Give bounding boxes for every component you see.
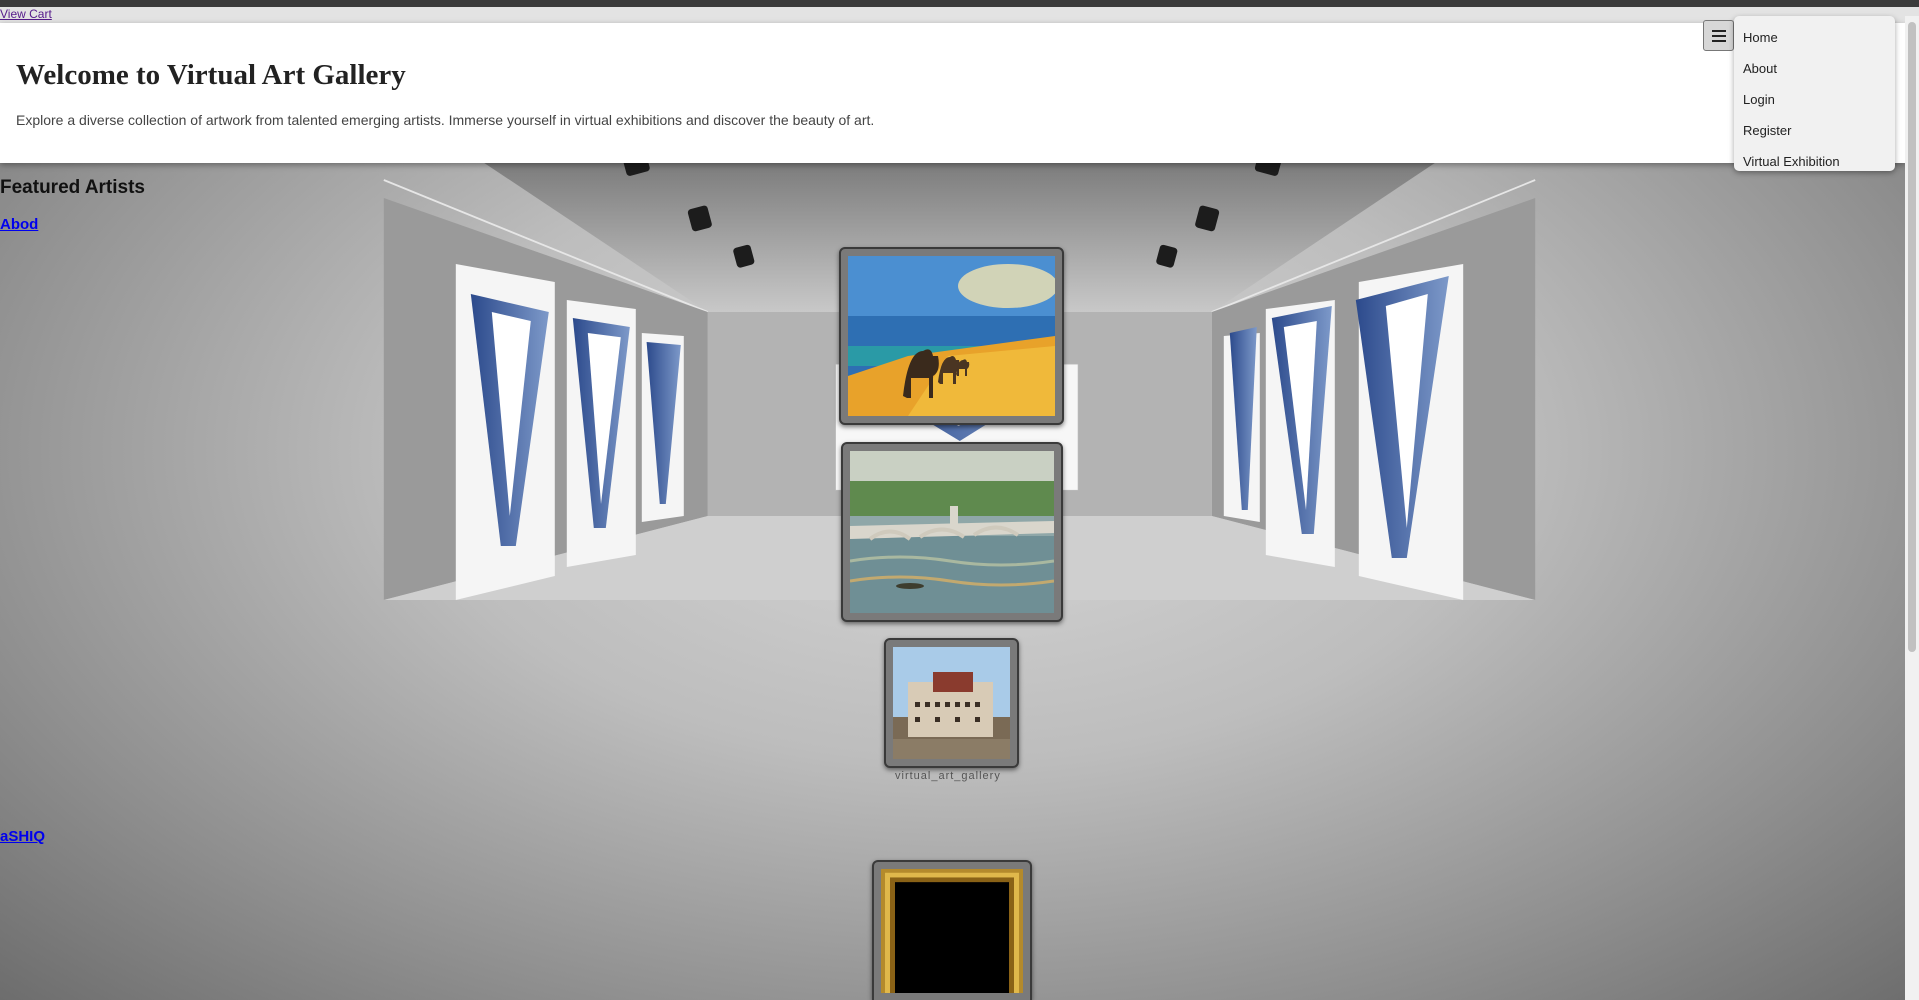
artwork-thumbnail[interactable]	[841, 442, 1063, 622]
page-title: Welcome to Virtual Art Gallery	[16, 59, 406, 91]
artwork-image-gold-frame	[881, 869, 1023, 993]
artwork-thumbnail[interactable]	[839, 247, 1064, 425]
view-cart-link[interactable]: View Cart	[0, 7, 52, 21]
artwork-image-bridge	[849, 451, 1055, 613]
nav-dropdown-menu: Home About Login Register Virtual Exhibi…	[1734, 16, 1895, 171]
artwork-image-camels	[848, 256, 1058, 416]
artist-link-abod[interactable]: Abod	[0, 216, 38, 233]
page-scrollbar[interactable]	[1905, 16, 1919, 1000]
menu-item-about[interactable]: About	[1734, 53, 1895, 84]
menu-toggle-button[interactable]	[1703, 20, 1734, 51]
featured-artists-heading: Featured Artists	[0, 177, 145, 198]
menu-item-virtual-exhibition[interactable]: Virtual Exhibition	[1734, 146, 1895, 177]
artwork-thumbnail[interactable]	[884, 638, 1019, 768]
artist-link-ashiq[interactable]: aSHIQ	[0, 828, 45, 845]
logo-caption: virtual_art_gallery	[895, 770, 1001, 782]
menu-item-home[interactable]: Home	[1734, 22, 1895, 53]
artwork-image-palace	[893, 647, 1010, 759]
menu-item-login[interactable]: Login	[1734, 84, 1895, 115]
page-description: Explore a diverse collection of artwork …	[16, 112, 875, 128]
welcome-banner: Welcome to Virtual Art Gallery Explore a…	[0, 23, 1905, 163]
hamburger-icon	[1711, 29, 1726, 42]
scrollbar-thumb[interactable]	[1908, 22, 1916, 652]
artwork-thumbnail[interactable]	[872, 860, 1032, 1000]
browser-top-edge	[0, 0, 1919, 7]
menu-item-register[interactable]: Register	[1734, 115, 1895, 146]
cart-strip	[0, 7, 1919, 23]
